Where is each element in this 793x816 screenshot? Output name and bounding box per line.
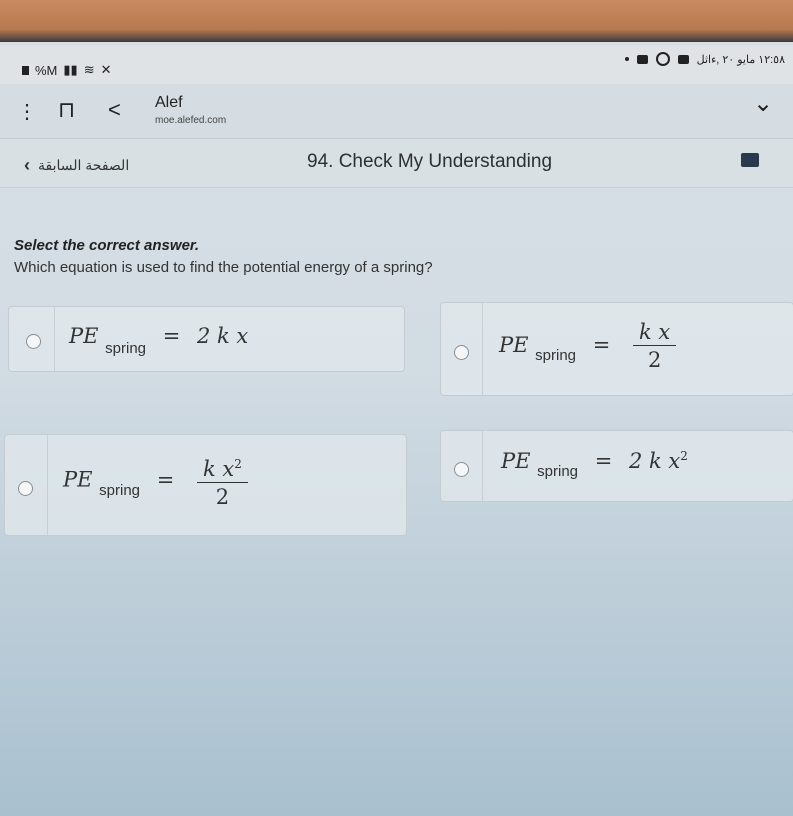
fraction-numerator: k x — [633, 319, 677, 346]
status-right: ١٢:٥٨ مايو ٢٠ ,ءاثل — [624, 52, 785, 66]
option-divider — [54, 307, 55, 371]
equation-rhs: 2 k x — [197, 324, 249, 348]
instruction-text: Select the correct answer. — [14, 237, 200, 254]
answer-option-4[interactable]: PE spring = 2 k x2 — [440, 430, 793, 502]
lesson-nav: ‹ الصفحة السابقة 94. Check My Understand… — [0, 139, 793, 188]
page-title: 94. Check My Understanding — [307, 151, 553, 172]
equation-subscript: spring — [105, 340, 147, 357]
bookmark-icon[interactable]: ⊓ — [58, 99, 75, 121]
rhs-exponent: 2 — [680, 449, 688, 463]
fraction-numerator: k x2 — [197, 451, 248, 483]
option-divider — [47, 435, 48, 535]
equation-lhs: PE — [69, 324, 99, 348]
site-title: Alef — [155, 94, 183, 111]
app-icon — [636, 54, 648, 64]
battery-icon — [22, 65, 29, 75]
equation-3: PE spring = k x2 2 — [63, 451, 248, 511]
equals-sign: = — [162, 324, 181, 348]
radio-button-3[interactable] — [18, 481, 33, 496]
chevron-left-icon: ‹ — [24, 155, 30, 175]
equation-4: PE spring = 2 k x2 — [501, 449, 688, 480]
radio-button-4[interactable] — [454, 462, 469, 477]
equation-subscript: spring — [535, 347, 577, 364]
numerator-exponent: 2 — [234, 457, 242, 471]
menu-square-icon[interactable] — [741, 153, 759, 167]
equation-lhs: PE — [63, 467, 93, 492]
back-label: الصفحة السابقة — [38, 157, 130, 173]
fraction-denominator: 2 — [647, 348, 662, 372]
clock-date: ١٢:٥٨ مايو ٢٠ ,ءاثل — [696, 53, 785, 66]
equals-sign: = — [156, 467, 175, 492]
answer-option-1[interactable]: PE spring = 2 k x — [8, 306, 405, 372]
equals-sign: = — [594, 449, 613, 473]
equals-sign: = — [592, 333, 611, 357]
wifi-icon: ≋ — [83, 62, 95, 77]
equation-1: PE spring = 2 k x — [69, 324, 249, 357]
mute-icon: ✕ — [100, 62, 112, 77]
image-icon — [677, 54, 689, 64]
more-menu-icon[interactable]: ⋮ — [17, 102, 37, 122]
answer-option-2[interactable]: PE spring = k x 2 — [440, 302, 793, 396]
equation-2: PE spring = k x 2 — [499, 319, 677, 374]
radio-button-1[interactable] — [26, 334, 41, 349]
question-text: Which equation is used to find the poten… — [14, 259, 433, 276]
chevron-down-icon[interactable]: ⌄ — [753, 92, 773, 116]
radio-button-2[interactable] — [454, 345, 469, 360]
equation-lhs: PE — [501, 449, 531, 473]
equation-lhs: PE — [499, 333, 529, 357]
fraction-denominator: 2 — [215, 485, 230, 509]
equation-subscript: spring — [99, 481, 141, 499]
status-left: %M ▮▮ ≋ ✕ — [22, 62, 112, 78]
fraction: k x 2 — [633, 319, 677, 374]
notification-dot-icon — [624, 57, 629, 61]
back-link[interactable]: ‹ الصفحة السابقة — [24, 155, 129, 176]
option-divider — [482, 431, 483, 501]
option-divider — [482, 303, 483, 395]
record-icon — [655, 52, 670, 66]
site-url[interactable]: moe.alefed.com — [155, 115, 226, 126]
equation-rhs: 2 k x — [629, 449, 681, 473]
numerator-base: k x — [203, 457, 235, 481]
status-bar: %M ▮▮ ≋ ✕ ١٢:٥٨ مايو ٢٠ ,ءاثل — [0, 46, 793, 84]
signal-icon: ▮▮ — [63, 62, 78, 77]
browser-toolbar: ⋮ ⊓ < Alef moe.alefed.com ⌄ — [0, 84, 793, 139]
fraction: k x2 2 — [197, 451, 248, 511]
battery-text: %M — [35, 62, 58, 78]
share-icon[interactable]: < — [108, 99, 121, 121]
answer-option-3[interactable]: PE spring = k x2 2 — [4, 434, 407, 536]
equation-subscript: spring — [537, 463, 579, 480]
device-frame — [0, 0, 793, 42]
